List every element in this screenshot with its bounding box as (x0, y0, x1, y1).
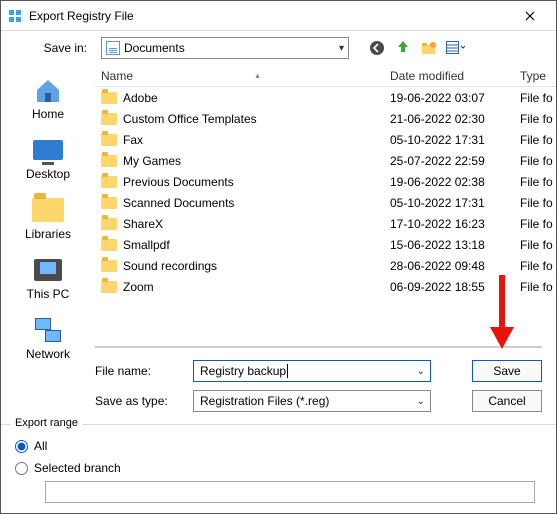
place-home[interactable]: Home (8, 71, 88, 125)
export-legend: Export range (11, 417, 82, 429)
row-name: Smallpdf (123, 238, 170, 252)
row-date: 19-06-2022 02:38 (384, 175, 514, 189)
export-selected-radio[interactable]: Selected branch (15, 457, 542, 479)
row-name: My Games (123, 154, 181, 168)
savetype-dropdown[interactable]: Registration Files (*.reg) ⌄ (193, 390, 431, 412)
new-folder-icon[interactable] (419, 38, 439, 58)
row-name: Previous Documents (123, 175, 234, 189)
folder-icon (32, 198, 64, 222)
table-row[interactable]: Custom Office Templates 21-06-2022 02:30F… (95, 108, 556, 129)
table-row[interactable]: Adobe 19-06-2022 03:07File fo (95, 87, 556, 108)
save-button[interactable]: Save (472, 360, 542, 382)
table-row[interactable]: Zoom 06-09-2022 18:55File fo (95, 276, 556, 297)
row-name: Zoom (123, 280, 154, 294)
places-bar: Home Desktop Libraries This PC Network (1, 65, 95, 424)
export-range-group: Export range All Selected branch (1, 424, 556, 513)
back-icon[interactable] (367, 38, 387, 58)
savein-label: Save in: (11, 41, 95, 55)
place-thispc[interactable]: This PC (8, 251, 88, 305)
row-type: File fo (514, 280, 556, 294)
table-row[interactable]: Fax 05-10-2022 17:31File fo (95, 129, 556, 150)
file-list: Name▴ Date modified Type Adobe 19-06-2022… (95, 65, 556, 424)
filename-input[interactable]: Registry backup ⌄ (193, 360, 431, 382)
row-type: File fo (514, 91, 556, 105)
row-name: ShareX (123, 217, 163, 231)
savein-dropdown[interactable]: Documents ▾ (101, 37, 349, 59)
row-name: Scanned Documents (123, 196, 234, 210)
folder-icon (101, 218, 117, 230)
row-type: File fo (514, 154, 556, 168)
place-desktop[interactable]: Desktop (8, 131, 88, 185)
location-bar: Save in: Documents ▾ (1, 31, 556, 65)
cancel-button[interactable]: Cancel (472, 390, 542, 412)
desktop-icon (33, 140, 63, 160)
pc-icon (34, 259, 62, 281)
export-all-radio[interactable]: All (15, 435, 542, 457)
row-name: Adobe (123, 91, 158, 105)
savetype-label: Save as type: (95, 394, 183, 408)
table-row[interactable]: My Games 25-07-2022 22:59File fo (95, 150, 556, 171)
table-row[interactable]: Smallpdf 15-06-2022 13:18File fo (95, 234, 556, 255)
up-icon[interactable] (393, 38, 413, 58)
place-network[interactable]: Network (8, 311, 88, 365)
folder-icon (101, 176, 117, 188)
row-name: Sound recordings (123, 259, 217, 273)
folder-icon (101, 113, 117, 125)
app-icon (7, 8, 23, 24)
folder-icon (101, 260, 117, 272)
table-row[interactable]: ShareX 17-10-2022 16:23File fo (95, 213, 556, 234)
row-date: 19-06-2022 03:07 (384, 91, 514, 105)
folder-icon (101, 197, 117, 209)
row-type: File fo (514, 259, 556, 273)
table-row[interactable]: Scanned Documents 05-10-2022 17:31File fo (95, 192, 556, 213)
column-headers[interactable]: Name▴ Date modified Type (95, 65, 556, 87)
folder-icon (101, 239, 117, 251)
folder-icon (101, 134, 117, 146)
row-type: File fo (514, 196, 556, 210)
documents-icon (106, 41, 120, 55)
row-type: File fo (514, 175, 556, 189)
window-title: Export Registry File (29, 9, 510, 23)
row-date: 15-06-2022 13:18 (384, 238, 514, 252)
close-button[interactable] (510, 2, 550, 30)
titlebar: Export Registry File (1, 1, 556, 31)
folder-icon (101, 92, 117, 104)
network-icon (35, 318, 61, 342)
row-type: File fo (514, 217, 556, 231)
row-type: File fo (514, 238, 556, 252)
row-date: 21-06-2022 02:30 (384, 112, 514, 126)
branch-input[interactable] (45, 481, 535, 503)
view-menu-icon[interactable] (445, 38, 465, 58)
row-date: 05-10-2022 17:31 (384, 133, 514, 147)
savein-value: Documents (124, 41, 185, 55)
row-name: Fax (123, 133, 143, 147)
chevron-down-icon: ▾ (339, 43, 344, 54)
chevron-down-icon[interactable]: ⌄ (417, 366, 425, 377)
row-date: 06-09-2022 18:55 (384, 280, 514, 294)
sort-asc-icon: ▴ (256, 71, 260, 80)
folder-icon (101, 281, 117, 293)
chevron-down-icon[interactable]: ⌄ (417, 396, 425, 407)
folder-icon (101, 155, 117, 167)
export-registry-dialog: Export Registry File Save in: Documents … (0, 0, 557, 514)
row-name: Custom Office Templates (123, 112, 257, 126)
row-date: 17-10-2022 16:23 (384, 217, 514, 231)
row-type: File fo (514, 112, 556, 126)
filename-label: File name: (95, 364, 183, 378)
row-date: 25-07-2022 22:59 (384, 154, 514, 168)
row-date: 05-10-2022 17:31 (384, 196, 514, 210)
row-date: 28-06-2022 09:48 (384, 259, 514, 273)
table-row[interactable]: Sound recordings 28-06-2022 09:48File fo (95, 255, 556, 276)
table-row[interactable]: Previous Documents 19-06-2022 02:38File f… (95, 171, 556, 192)
place-libraries[interactable]: Libraries (8, 191, 88, 245)
row-type: File fo (514, 133, 556, 147)
